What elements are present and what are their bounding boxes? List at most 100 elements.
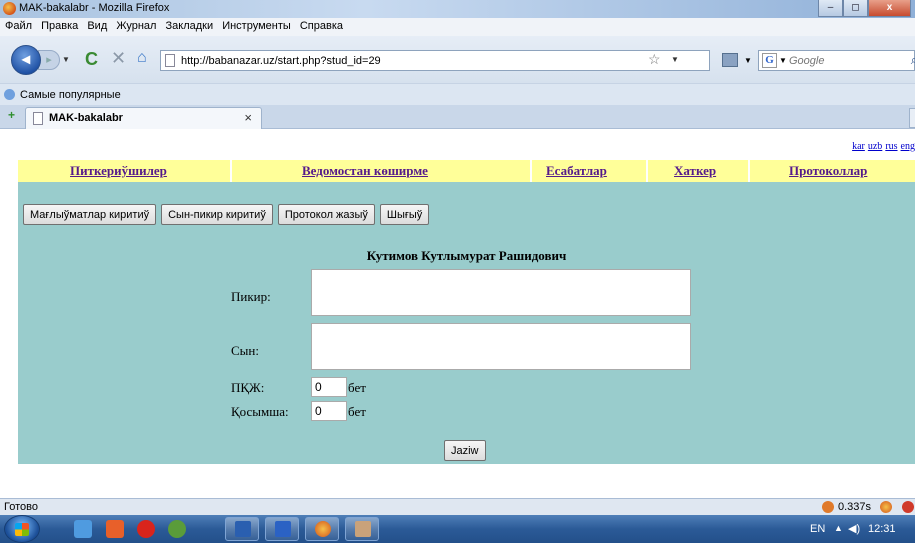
- action-buttons: Мағлыўматлар киритиў Сын-пикир киритиў П…: [23, 204, 430, 225]
- taskbar-save-app[interactable]: [225, 517, 259, 541]
- windows-taskbar: EN ▲ ◀) 12:31: [0, 515, 915, 543]
- bookmark-star-icon[interactable]: ☆: [648, 51, 661, 68]
- volume-icon[interactable]: ◀): [848, 522, 860, 535]
- logout-button[interactable]: Шығыў: [379, 204, 430, 225]
- language-links: kar uzb rus eng: [849, 141, 915, 152]
- write-protocol-button[interactable]: Протокол жазыў: [277, 204, 375, 225]
- app-icon[interactable]: [168, 520, 186, 538]
- nav-link-protocols[interactable]: Протоколлар: [789, 163, 867, 179]
- close-window-button[interactable]: x: [868, 0, 911, 17]
- search-icon[interactable]: ⌕: [911, 52, 915, 68]
- review-textarea[interactable]: [311, 323, 691, 370]
- tab-mak-bakalabr[interactable]: MAK-bakalabr ×: [25, 107, 262, 129]
- window-title-bar[interactable]: MAK-bakalabr - Mozilla Firefox – ◻ x: [0, 0, 915, 18]
- reload-icon[interactable]: C: [85, 49, 98, 70]
- taskbar-firefox[interactable]: [305, 517, 339, 541]
- firefox-icon: [315, 521, 331, 537]
- minimize-button[interactable]: –: [818, 0, 843, 17]
- forward-button[interactable]: ▸: [38, 50, 60, 70]
- pkzh-unit: бет: [348, 380, 366, 395]
- pkzh-pages-input[interactable]: [311, 377, 347, 397]
- screenshot-icon[interactable]: [722, 53, 738, 67]
- tab-list-button[interactable]: [909, 108, 915, 128]
- lang-link-eng[interactable]: eng: [901, 141, 915, 152]
- extra-pages-input[interactable]: [311, 401, 347, 421]
- main-content: Мағлыўматлар киритиў Сын-пикир киритиў П…: [18, 182, 915, 464]
- window-controls: – ◻ x: [818, 0, 911, 17]
- tab-label: MAK-bakalabr: [49, 112, 123, 124]
- nav-link-graduates[interactable]: Питкериўшилер: [70, 163, 167, 179]
- tab-strip: + MAK-bakalabr ×: [0, 105, 915, 129]
- address-bar: ☆ ▼: [160, 50, 710, 71]
- tray-expand-icon[interactable]: ▲: [834, 523, 843, 533]
- clock[interactable]: 12:31: [868, 523, 896, 535]
- history-dropdown-icon[interactable]: ▼: [62, 55, 70, 64]
- explorer-icon[interactable]: [74, 520, 92, 538]
- screenshot-dropdown-icon[interactable]: ▼: [744, 56, 752, 65]
- menu-help[interactable]: Справка: [297, 18, 346, 34]
- load-time: 0.337s: [838, 501, 872, 513]
- enter-review-button[interactable]: Сын-пикир киритиў: [161, 204, 273, 225]
- status-text: Готово: [4, 501, 38, 513]
- submit-button[interactable]: Jaziw: [444, 440, 486, 461]
- menu-history[interactable]: Журнал: [113, 18, 159, 34]
- nav-separator: [748, 160, 750, 182]
- student-name: Кутимов Кутлымурат Рашидович: [366, 248, 567, 263]
- input-language[interactable]: EN: [810, 523, 825, 535]
- window-title: MAK-bakalabr - Mozilla Firefox: [19, 2, 170, 14]
- addon-icon[interactable]: [902, 501, 914, 513]
- enter-data-button[interactable]: Мағлыўматлар киритиў: [23, 204, 157, 225]
- page-icon: [165, 54, 175, 67]
- menu-view[interactable]: Вид: [84, 18, 110, 34]
- save-icon: [235, 521, 251, 537]
- search-box: G ▼ ⌕: [758, 50, 915, 71]
- taskbar-paint[interactable]: [345, 517, 379, 541]
- menu-edit[interactable]: Правка: [38, 18, 81, 34]
- bookmark-most-visited[interactable]: Самые популярные: [20, 89, 121, 101]
- menu-tools[interactable]: Инструменты: [219, 18, 294, 34]
- home-icon[interactable]: ⌂: [137, 49, 147, 67]
- bookmarks-toolbar: Самые популярные: [0, 83, 915, 105]
- taskbar-word[interactable]: [265, 517, 299, 541]
- url-input[interactable]: [181, 53, 641, 68]
- windows-logo-icon: [15, 523, 29, 536]
- nav-link-reports[interactable]: Есабатлар: [546, 163, 607, 179]
- feedback-textarea[interactable]: [311, 269, 691, 316]
- bookmark-folder-icon: [4, 89, 15, 100]
- lang-link-kar[interactable]: kar: [852, 141, 865, 152]
- word-icon: [275, 521, 291, 537]
- start-button[interactable]: [4, 515, 40, 543]
- stop-icon[interactable]: ✕: [111, 48, 126, 69]
- review-label: Сын:: [231, 343, 259, 358]
- nav-separator: [230, 160, 232, 182]
- pkzh-label: ПҚЖ:: [231, 380, 265, 395]
- search-engine-dropdown-icon[interactable]: ▼: [779, 56, 787, 65]
- media-player-icon[interactable]: [106, 520, 124, 538]
- back-button[interactable]: ◂: [11, 45, 41, 75]
- paint-icon: [355, 521, 371, 537]
- menu-bookmarks[interactable]: Закладки: [163, 18, 217, 34]
- maximize-button[interactable]: ◻: [843, 0, 868, 17]
- nav-separator: [646, 160, 648, 182]
- search-input[interactable]: [789, 53, 889, 68]
- firefox-status-icon[interactable]: [880, 501, 892, 513]
- url-dropdown-icon[interactable]: ▼: [671, 55, 679, 64]
- google-icon[interactable]: G: [762, 53, 777, 68]
- opera-icon[interactable]: [137, 520, 155, 538]
- new-tab-icon[interactable]: +: [4, 109, 19, 123]
- status-bar: Готово 0.337s: [0, 498, 915, 515]
- feedback-label: Пикир:: [231, 289, 271, 304]
- menu-file[interactable]: Файл: [2, 18, 35, 34]
- page-icon: [33, 112, 43, 125]
- menu-bar: Файл Правка Вид Журнал Закладки Инструме…: [0, 18, 915, 36]
- nav-link-statement-copy[interactable]: Ведомостан көширме: [302, 163, 428, 179]
- close-tab-icon[interactable]: ×: [244, 110, 252, 125]
- web-page: kar uzb rus eng Питкериўшилер Ведомостан кө…: [0, 130, 915, 498]
- lang-link-rus[interactable]: rus: [885, 141, 897, 152]
- firebug-icon[interactable]: [822, 501, 834, 513]
- site-navigation: Питкериўшилер Ведомостан көширме Есабатл…: [18, 160, 915, 182]
- firefox-icon: [3, 2, 16, 15]
- extra-label: Қосымша:: [231, 404, 289, 419]
- nav-link-letters[interactable]: Хаткер: [674, 163, 716, 179]
- lang-link-uzb[interactable]: uzb: [868, 141, 882, 152]
